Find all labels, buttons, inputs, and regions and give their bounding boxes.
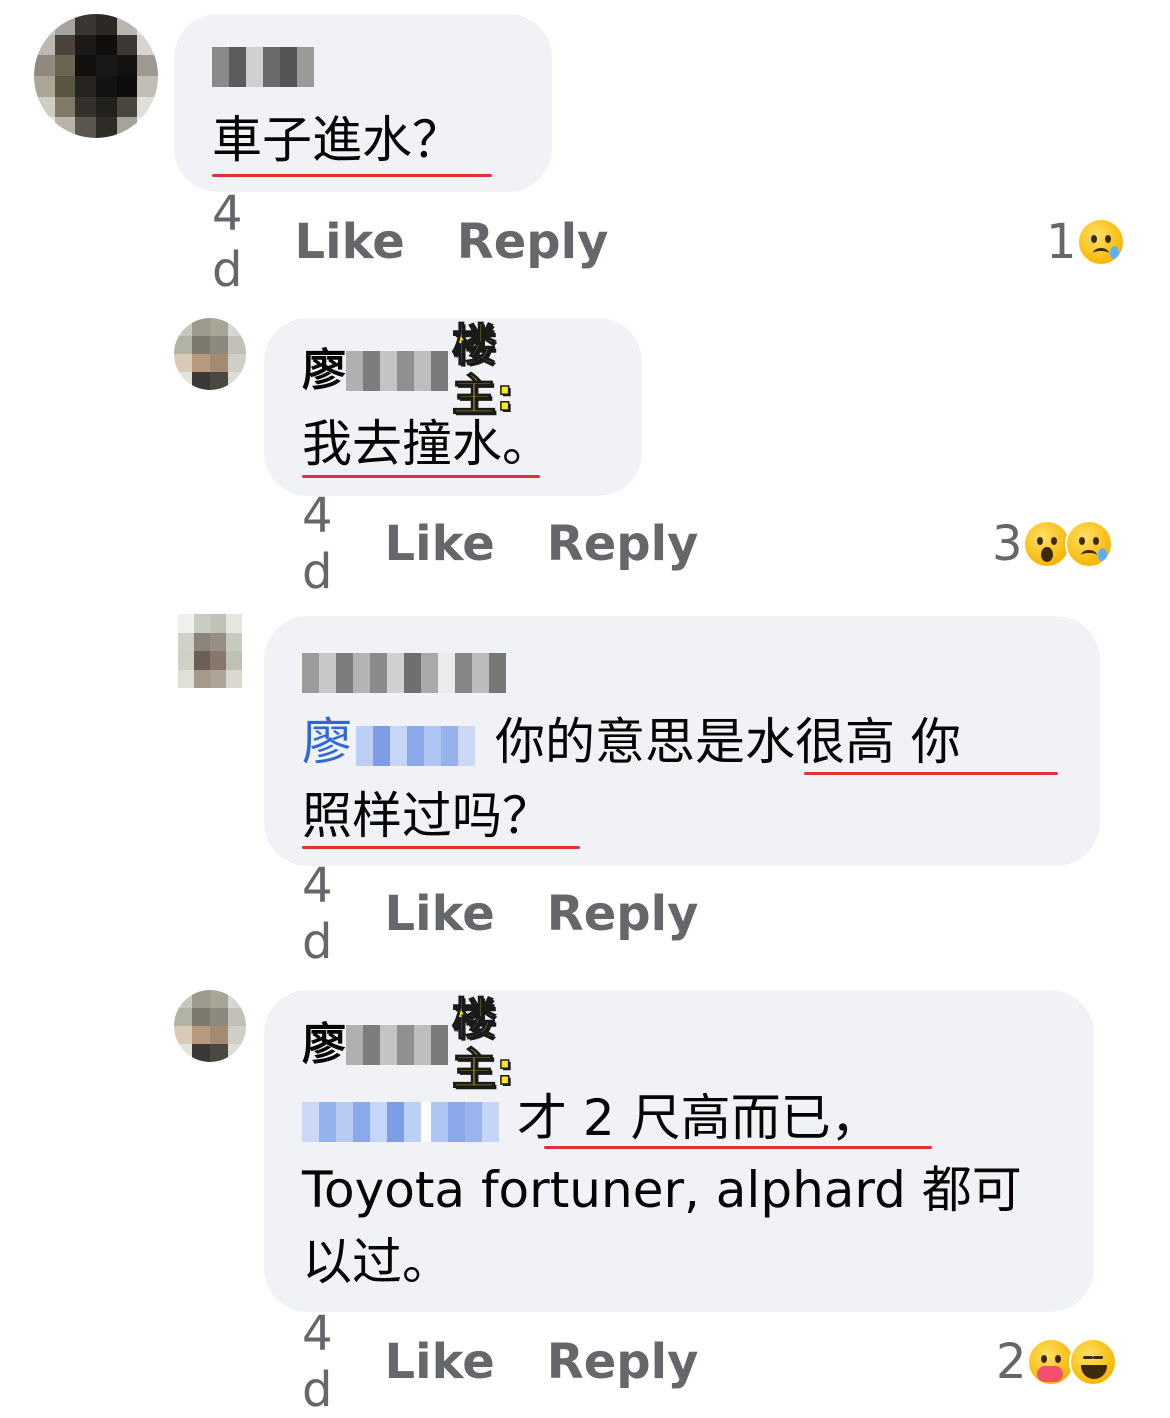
reaction-count: 3 — [992, 516, 1023, 572]
avatar[interactable] — [178, 614, 242, 688]
comment-text-line-1: 廖你的意思是水很高 你 — [302, 712, 961, 772]
op-tag: 楼主: — [451, 994, 514, 1096]
reply-button[interactable]: Reply — [547, 516, 699, 572]
avatar[interactable] — [34, 14, 158, 138]
op-tag: 楼主: — [451, 320, 514, 422]
avatar[interactable] — [174, 318, 246, 390]
comment-actions: 4 d Like Reply — [302, 1306, 750, 1418]
reactions[interactable]: 3 — [992, 514, 1113, 574]
sad-emoji-icon — [1064, 520, 1113, 568]
reaction-count: 1 — [1046, 214, 1077, 270]
care-emoji-icon — [1026, 1338, 1075, 1386]
haha-emoji-icon — [1068, 1338, 1117, 1386]
author-name[interactable]: 廖 楼主: — [302, 320, 514, 422]
author-name[interactable]: 廖 楼主: — [302, 994, 514, 1096]
sad-emoji-icon — [1076, 218, 1125, 266]
comment-actions: 4 d Like Reply — [212, 186, 660, 298]
blurred-name — [346, 351, 448, 391]
avatar[interactable] — [174, 990, 246, 1062]
blurred-name — [302, 653, 506, 693]
blurred-mention — [356, 725, 475, 766]
comment-actions: 4 d Like Reply — [302, 858, 750, 970]
reply-button[interactable]: Reply — [547, 886, 699, 942]
reactions[interactable]: 2 — [996, 1332, 1117, 1392]
comment-text: 才 2 尺高而已， — [517, 1089, 881, 1147]
wow-emoji-icon — [1022, 520, 1071, 568]
timestamp[interactable]: 4 d — [302, 1306, 333, 1418]
like-button[interactable]: Like — [295, 214, 405, 270]
red-underline — [544, 1146, 932, 1149]
author-visible-char: 廖 — [302, 1019, 346, 1070]
comment-text: 你的意思是水很高 你 — [495, 713, 961, 771]
comment-text: 車子進水？ — [212, 111, 462, 169]
reply-button[interactable]: Reply — [547, 1334, 699, 1390]
timestamp[interactable]: 4 d — [212, 186, 243, 298]
timestamp[interactable]: 4 d — [302, 488, 333, 600]
timestamp[interactable]: 4 d — [302, 858, 333, 970]
red-underline — [804, 772, 1058, 775]
reactions[interactable]: 1 — [1046, 212, 1125, 272]
author-name[interactable] — [212, 42, 314, 92]
comment-text-line-2: 照样过吗？ — [302, 787, 552, 845]
blurred-name — [212, 47, 314, 87]
like-button[interactable]: Like — [385, 886, 495, 942]
comment-text-line-1: 才 2 尺高而已， — [302, 1088, 881, 1148]
red-underline — [302, 475, 540, 478]
red-underline — [302, 846, 580, 849]
author-visible-char: 廖 — [302, 345, 346, 396]
comment-text-line-2: Toyota fortuner, alphard 都可 — [302, 1161, 1022, 1219]
comment-actions: 4 d Like Reply — [302, 488, 750, 600]
like-button[interactable]: Like — [385, 516, 495, 572]
mention-link[interactable]: 廖 — [302, 713, 495, 771]
reaction-count: 2 — [996, 1334, 1027, 1390]
comment-text-line-3: 以过。 — [302, 1233, 452, 1291]
reply-button[interactable]: Reply — [457, 214, 609, 270]
comment-text: 我去撞水。 — [302, 415, 552, 473]
red-underline — [212, 174, 492, 177]
like-button[interactable]: Like — [385, 1334, 495, 1390]
blurred-mention[interactable] — [302, 1101, 499, 1142]
blurred-name — [346, 1025, 448, 1065]
author-name[interactable] — [302, 648, 506, 698]
